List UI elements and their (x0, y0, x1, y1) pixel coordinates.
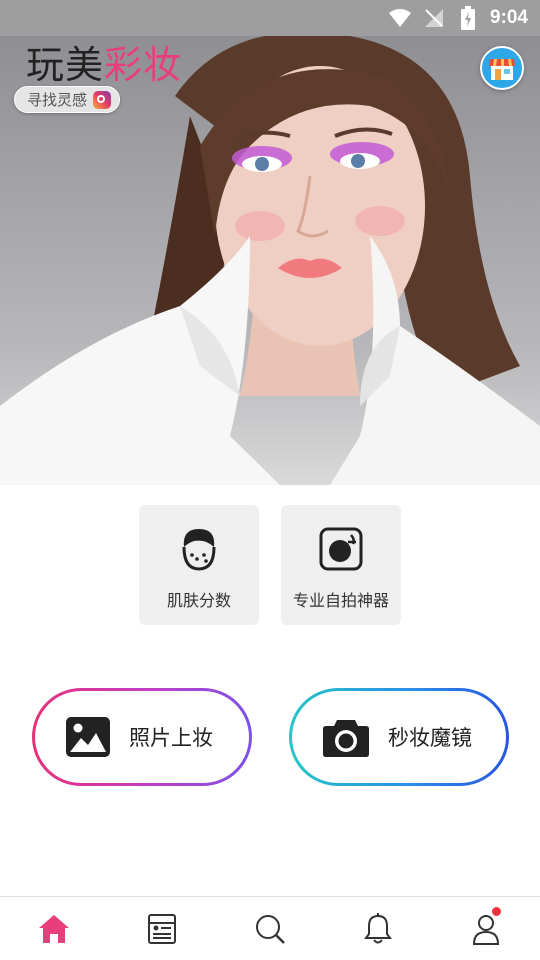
image-icon (66, 717, 110, 757)
hero-banner[interactable]: 玩美彩妆 寻找灵感 (0, 36, 540, 485)
app-screen: 9:04 玩美彩妆 寻找灵感 肌肤分数 专业自拍神器 照片上妆 秒妆魔镜 (0, 0, 540, 960)
nav-news[interactable] (108, 897, 216, 960)
status-time: 9:04 (489, 7, 528, 28)
selfie-camera-card[interactable]: 专业自拍神器 (281, 505, 401, 625)
photo-makeup-label: 照片上妆 (129, 726, 213, 750)
brand-name-part1: 玩美 (26, 43, 105, 87)
skin-score-card[interactable]: 肌肤分数 (139, 505, 259, 625)
nav-search[interactable] (216, 897, 324, 960)
wifi-icon (388, 6, 412, 30)
search-icon (256, 914, 285, 944)
notification-badge (492, 907, 501, 916)
nav-profile[interactable] (432, 897, 540, 960)
find-inspiration-button[interactable]: 寻找灵感 (14, 86, 121, 113)
bell-icon (364, 912, 392, 943)
bottom-nav (0, 896, 540, 960)
selfie-camera-icon (317, 525, 365, 573)
news-icon (148, 913, 176, 944)
skin-score-label: 肌肤分数 (166, 591, 231, 610)
nav-home[interactable] (0, 897, 108, 960)
user-icon (472, 914, 500, 945)
nav-notifications[interactable] (324, 897, 432, 960)
find-inspiration-label: 寻找灵感 (27, 91, 88, 109)
home-icon (39, 914, 69, 943)
store-icon (489, 59, 515, 80)
store-button[interactable] (480, 46, 524, 90)
magic-mirror-button[interactable]: 秒妆魔镜 (289, 688, 509, 786)
camera-icon (323, 720, 369, 757)
photo-makeup-button[interactable]: 照片上妆 (32, 688, 252, 786)
magic-mirror-label: 秒妆魔镜 (388, 726, 472, 750)
brand-name-part2: 彩妆 (104, 43, 183, 87)
no-signal-icon (422, 6, 446, 30)
face-skin-icon (175, 525, 223, 573)
instagram-icon (93, 90, 112, 109)
selfie-camera-label: 专业自拍神器 (292, 591, 389, 610)
status-bar: 9:04 (0, 0, 540, 36)
app-logo: 玩美彩妆 (26, 42, 182, 88)
battery-charging-icon (456, 6, 480, 30)
